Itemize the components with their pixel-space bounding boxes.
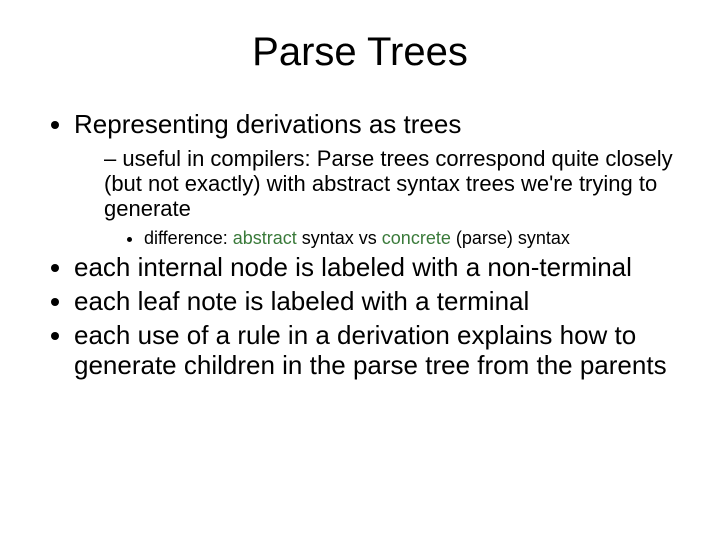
bullet-2: each internal node is labeled with a non… [74, 253, 690, 283]
bullet-1-sub-sub: difference: abstract syntax vs concrete … [144, 228, 690, 250]
diff-prefix: difference: [144, 228, 233, 248]
slide-title: Parse Trees [30, 30, 690, 75]
bullet-1-text: Representing derivations as trees [74, 109, 461, 139]
bullet-1-sub: useful in compilers: Parse trees corresp… [104, 146, 690, 249]
bullet-3-text: each leaf note is labeled with a termina… [74, 286, 529, 316]
bullet-1-sub-text: useful in compilers: Parse trees corresp… [104, 146, 673, 222]
diff-suffix: (parse) syntax [451, 228, 570, 248]
bullet-4-text: each use of a rule in a derivation expla… [74, 320, 667, 380]
bullet-1-sublist: useful in compilers: Parse trees corresp… [74, 146, 690, 249]
bullet-4: each use of a rule in a derivation expla… [74, 321, 690, 381]
slide: Parse Trees Representing derivations as … [0, 0, 720, 540]
bullet-1-sub-sublist: difference: abstract syntax vs concrete … [104, 228, 690, 250]
diff-abstract: abstract [233, 228, 297, 248]
bullet-1: Representing derivations as trees useful… [74, 110, 690, 249]
diff-mid: syntax vs [297, 228, 382, 248]
diff-concrete: concrete [382, 228, 451, 248]
bullet-2-text: each internal node is labeled with a non… [74, 252, 632, 282]
bullet-3: each leaf note is labeled with a termina… [74, 287, 690, 317]
bullet-list: Representing derivations as trees useful… [30, 110, 690, 381]
